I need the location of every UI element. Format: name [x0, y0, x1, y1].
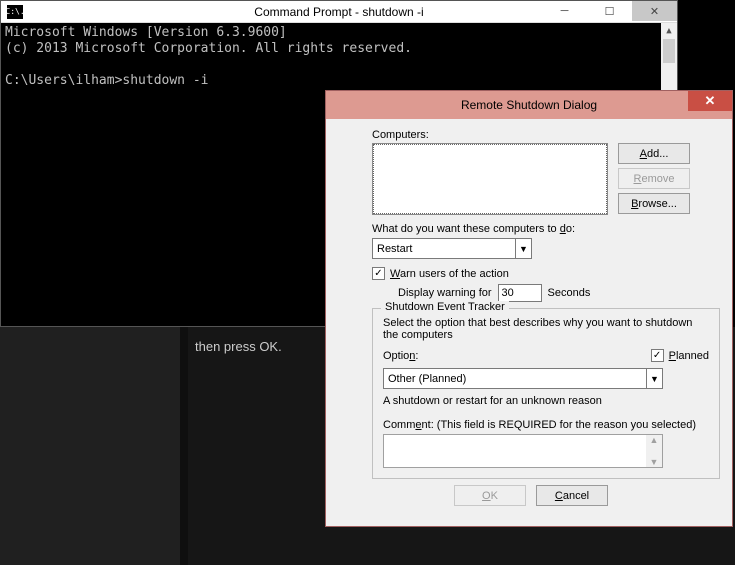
chevron-down-icon: ▼: [515, 239, 531, 258]
dialog-close-button[interactable]: ✕: [688, 91, 732, 111]
scroll-up-icon: ▲: [650, 435, 659, 445]
warn-label: Warn users of the action: [390, 268, 509, 280]
comment-label: Comment: (This field is REQUIRED for the…: [383, 419, 709, 431]
remove-button: Remove: [618, 168, 690, 189]
option-select[interactable]: Other (Planned) ▼: [383, 368, 663, 389]
browse-button[interactable]: Browse...: [618, 193, 690, 214]
scroll-down-icon: ▼: [650, 457, 659, 467]
tracker-title: Shutdown Event Tracker: [381, 301, 509, 313]
cmd-window-controls: ─ ☐ ✕: [542, 1, 677, 21]
cmd-line-3: C:\Users\ilham>shutdown -i: [5, 73, 209, 88]
seconds-input[interactable]: 30: [498, 284, 542, 302]
comment-scrollbar[interactable]: ▲ ▼: [646, 435, 662, 467]
checkbox-checked-icon: ✓: [651, 349, 664, 362]
tracker-desc: Select the option that best describes wh…: [383, 317, 709, 341]
cmd-title: Command Prompt - shutdown -i: [254, 5, 423, 19]
action-selected: Restart: [377, 243, 412, 255]
warn-checkbox[interactable]: ✓ Warn users of the action: [372, 267, 509, 280]
ok-button: OK: [454, 485, 526, 506]
planned-label: Planned: [669, 350, 709, 362]
option-selected: Other (Planned): [388, 373, 466, 385]
option-desc: A shutdown or restart for an unknown rea…: [383, 395, 709, 407]
cmd-line-1: (c) 2013 Microsoft Corporation. All righ…: [5, 41, 412, 56]
checkbox-checked-icon: ✓: [372, 267, 385, 280]
option-label: Option:: [383, 350, 418, 362]
computers-label: Computers:: [372, 129, 720, 141]
cmd-titlebar[interactable]: C:\. Command Prompt - shutdown -i ─ ☐ ✕: [1, 1, 677, 23]
comment-textarea[interactable]: ▲ ▼: [383, 434, 663, 468]
planned-checkbox[interactable]: ✓ Planned: [651, 349, 709, 362]
remote-shutdown-dialog: Remote Shutdown Dialog ✕ Computers: Add.…: [325, 90, 733, 527]
bg-panel-strip: [180, 327, 188, 565]
scroll-up-icon[interactable]: ▲: [661, 23, 677, 39]
maximize-button[interactable]: ☐: [587, 1, 632, 21]
close-button[interactable]: ✕: [632, 1, 677, 21]
scroll-thumb[interactable]: [663, 39, 675, 63]
cmd-icon: C:\.: [7, 5, 23, 19]
bg-panel-left: [0, 327, 180, 565]
dialog-title: Remote Shutdown Dialog: [461, 98, 597, 112]
seconds-label: Seconds: [548, 287, 591, 299]
action-question: What do you want these computers to do:: [372, 223, 720, 235]
dialog-body: Computers: Add... Remove Browse... What …: [326, 119, 732, 526]
dialog-titlebar[interactable]: Remote Shutdown Dialog ✕: [326, 91, 732, 119]
cmd-line-0: Microsoft Windows [Version 6.3.9600]: [5, 25, 287, 40]
chevron-down-icon: ▼: [646, 369, 662, 388]
add-button[interactable]: Add...: [618, 143, 690, 164]
cancel-button[interactable]: Cancel: [536, 485, 608, 506]
display-warning-label: Display warning for: [398, 287, 492, 299]
minimize-button[interactable]: ─: [542, 1, 587, 21]
shutdown-event-tracker-group: Shutdown Event Tracker Select the option…: [372, 308, 720, 479]
computers-listbox[interactable]: [372, 143, 608, 215]
action-select[interactable]: Restart ▼: [372, 238, 532, 259]
article-text: then press OK.: [195, 339, 282, 354]
